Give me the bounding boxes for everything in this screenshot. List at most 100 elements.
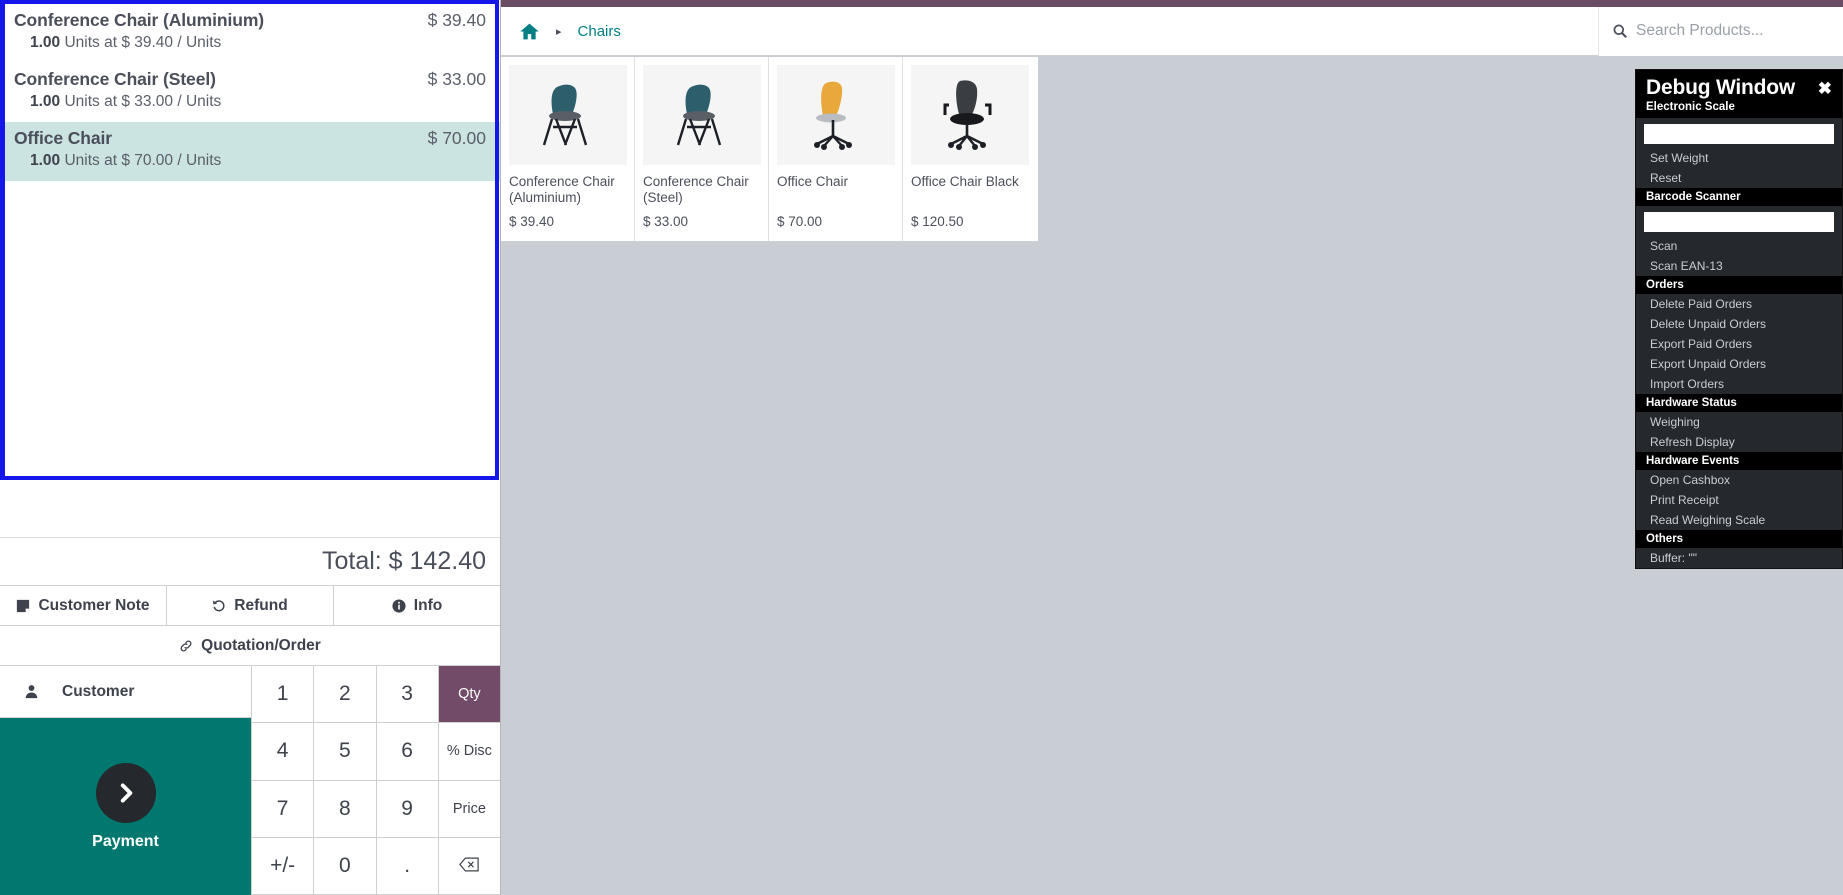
orderlines-list: Conference Chair (Aluminium) $ 39.40 1.00 …	[0, 0, 500, 181]
pos-application: Conference Chair (Aluminium) $ 39.40 1.00 …	[0, 0, 1843, 895]
link-icon	[179, 639, 193, 653]
debug-input-barcode-scanner[interactable]	[1644, 212, 1834, 232]
product-card[interactable]: Conference Chair (Aluminium) $ 39.40	[501, 57, 635, 241]
numpad-key-3[interactable]: 3	[375, 666, 438, 724]
orderlines-container[interactable]: Conference Chair (Aluminium) $ 39.40 1.00 …	[0, 0, 500, 480]
debug-window-header: Debug Window ✖ Electronic Scale	[1636, 70, 1842, 118]
numpad-backspace-button[interactable]	[437, 837, 500, 895]
product-price: $ 70.00	[777, 214, 823, 229]
customer-button[interactable]: Customer	[0, 666, 251, 718]
breadcrumb-category-chairs[interactable]: Chairs	[578, 23, 621, 40]
numpad-key-disc[interactable]: % Disc	[437, 723, 500, 781]
debug-window: Debug Window ✖ Electronic Scale Set Weig…	[1635, 69, 1843, 569]
orderline-name: Conference Chair (Steel)	[14, 69, 216, 89]
debug-item-set-weight[interactable]: Set Weight	[1636, 148, 1842, 168]
orderline[interactable]: Conference Chair (Aluminium) $ 39.40 1.00 …	[0, 4, 500, 63]
orderline-details: 1.00 Units at $ 70.00 / Units	[30, 152, 222, 169]
payment-label: Payment	[92, 832, 159, 850]
debug-item-buffer[interactable]: Buffer: ""	[1636, 548, 1842, 568]
product-price: $ 39.40	[509, 214, 555, 229]
numpad-key-0[interactable]: 0	[313, 837, 376, 895]
debug-section-header: Others	[1636, 530, 1842, 548]
numpad-key-8[interactable]: 8	[313, 780, 376, 838]
breadcrumb: ▸ Chairs	[501, 21, 621, 42]
debug-section-header: Hardware Status	[1636, 394, 1842, 412]
refund-icon	[212, 599, 226, 613]
debug-input-wrapper	[1636, 118, 1842, 148]
debug-item-open-cashbox[interactable]: Open Cashbox	[1636, 470, 1842, 490]
numpad-key-9[interactable]: 9	[375, 780, 438, 838]
product-image	[911, 65, 1029, 165]
product-image	[509, 65, 627, 165]
refund-button[interactable]: Refund	[167, 586, 334, 625]
customer-note-label: Customer Note	[38, 596, 150, 614]
numpad: 1 2 3 Qty 4 5 6% Disc 7 8 9 Price +/- 0.	[251, 666, 500, 895]
numpad-key-6[interactable]: 6	[375, 723, 438, 781]
product-name: Office Chair	[777, 174, 849, 189]
info-icon	[392, 598, 406, 613]
person-icon	[0, 684, 62, 699]
debug-item-print-receipt[interactable]: Print Receipt	[1636, 490, 1842, 510]
debug-item-delete-unpaid-orders[interactable]: Delete Unpaid Orders	[1636, 314, 1842, 334]
orderline-details: 1.00 Units at $ 39.40 / Units	[30, 34, 222, 51]
info-button[interactable]: Info	[334, 586, 500, 625]
debug-item-import-orders[interactable]: Import Orders	[1636, 374, 1842, 394]
order-panel: Conference Chair (Aluminium) $ 39.40 1.00 …	[0, 0, 501, 895]
product-card[interactable]: Office Chair $ 70.00	[769, 57, 903, 241]
product-topbar: ▸ Chairs ✖	[501, 6, 1843, 56]
numpad-key-2[interactable]: 2	[313, 666, 376, 724]
debug-section-electronic-scale-title: Electronic Scale	[1646, 101, 1735, 113]
product-name: Office Chair Black	[911, 174, 1019, 189]
refund-label: Refund	[234, 596, 288, 614]
chevron-right-icon	[95, 762, 156, 823]
customer-label: Customer	[62, 682, 135, 700]
orderline-price: $ 39.40	[427, 10, 486, 30]
numpad-key-7[interactable]: 7	[251, 780, 314, 838]
debug-item-refresh-display[interactable]: Refresh Display	[1636, 432, 1842, 452]
quotation-order-button[interactable]: Quotation/Order	[0, 626, 500, 665]
orderline[interactable]: Office Chair $ 70.00 1.00 Units at $ 70.00…	[0, 122, 500, 181]
product-card[interactable]: Office Chair Black $ 120.50	[903, 57, 1037, 241]
breadcrumb-separator: ▸	[556, 25, 562, 38]
debug-item-weighing[interactable]: Weighing	[1636, 412, 1842, 432]
numpad-key-price[interactable]: Price	[437, 780, 500, 838]
customer-note-button[interactable]: Customer Note	[0, 586, 167, 625]
debug-input-wrapper	[1636, 206, 1842, 236]
debug-input-electronic-scale[interactable]	[1644, 124, 1834, 144]
orderline-name: Conference Chair (Aluminium)	[14, 10, 265, 30]
numpad-key-1[interactable]: 1	[251, 666, 314, 724]
debug-item-scan[interactable]: Scan	[1636, 236, 1842, 256]
numpad-key-[interactable]: +/-	[251, 837, 314, 895]
numpad-key-qty[interactable]: Qty	[437, 666, 500, 724]
product-price: $ 120.50	[911, 214, 964, 229]
info-label: Info	[413, 596, 443, 614]
debug-item-scan-ean-13[interactable]: Scan EAN-13	[1636, 256, 1842, 276]
order-panel-filler	[0, 480, 500, 537]
order-total-row: Total: $ 142.40	[0, 537, 500, 585]
debug-window-body: Set Weight Reset Barcode Scanner Scan Scan E…	[1636, 118, 1842, 568]
quotation-row: Quotation/Order	[0, 625, 500, 665]
note-icon	[16, 599, 30, 613]
product-grid: Conference Chair (Aluminium) $ 39.40 Confe…	[501, 57, 1038, 241]
product-image	[643, 65, 761, 165]
numpad-key-[interactable]: .	[375, 837, 438, 895]
quotation-order-label: Quotation/Order	[201, 636, 321, 654]
debug-item-read-weighing-scale[interactable]: Read Weighing Scale	[1636, 510, 1842, 530]
customer-payment-column: Customer Payment	[0, 666, 251, 895]
home-icon[interactable]	[519, 21, 540, 42]
orderline-price: $ 70.00	[427, 128, 486, 148]
debug-item-delete-paid-orders[interactable]: Delete Paid Orders	[1636, 294, 1842, 314]
search-box: ✖	[1598, 6, 1843, 56]
debug-item-reset[interactable]: Reset	[1636, 168, 1842, 188]
orderline[interactable]: Conference Chair (Steel) $ 33.00 1.00 Unit…	[0, 63, 500, 122]
payment-button[interactable]: Payment	[0, 718, 251, 895]
debug-item-export-unpaid-orders[interactable]: Export Unpaid Orders	[1636, 354, 1842, 374]
numpad-key-5[interactable]: 5	[313, 723, 376, 781]
numpad-key-4[interactable]: 4	[251, 723, 314, 781]
search-input[interactable]	[1636, 22, 1836, 40]
debug-close-icon[interactable]: ✖	[1818, 80, 1832, 97]
product-card[interactable]: Conference Chair (Steel) $ 33.00	[635, 57, 769, 241]
product-name: Conference Chair (Aluminium)	[509, 174, 615, 206]
order-total: Total: $ 142.40	[321, 547, 486, 575]
debug-item-export-paid-orders[interactable]: Export Paid Orders	[1636, 334, 1842, 354]
